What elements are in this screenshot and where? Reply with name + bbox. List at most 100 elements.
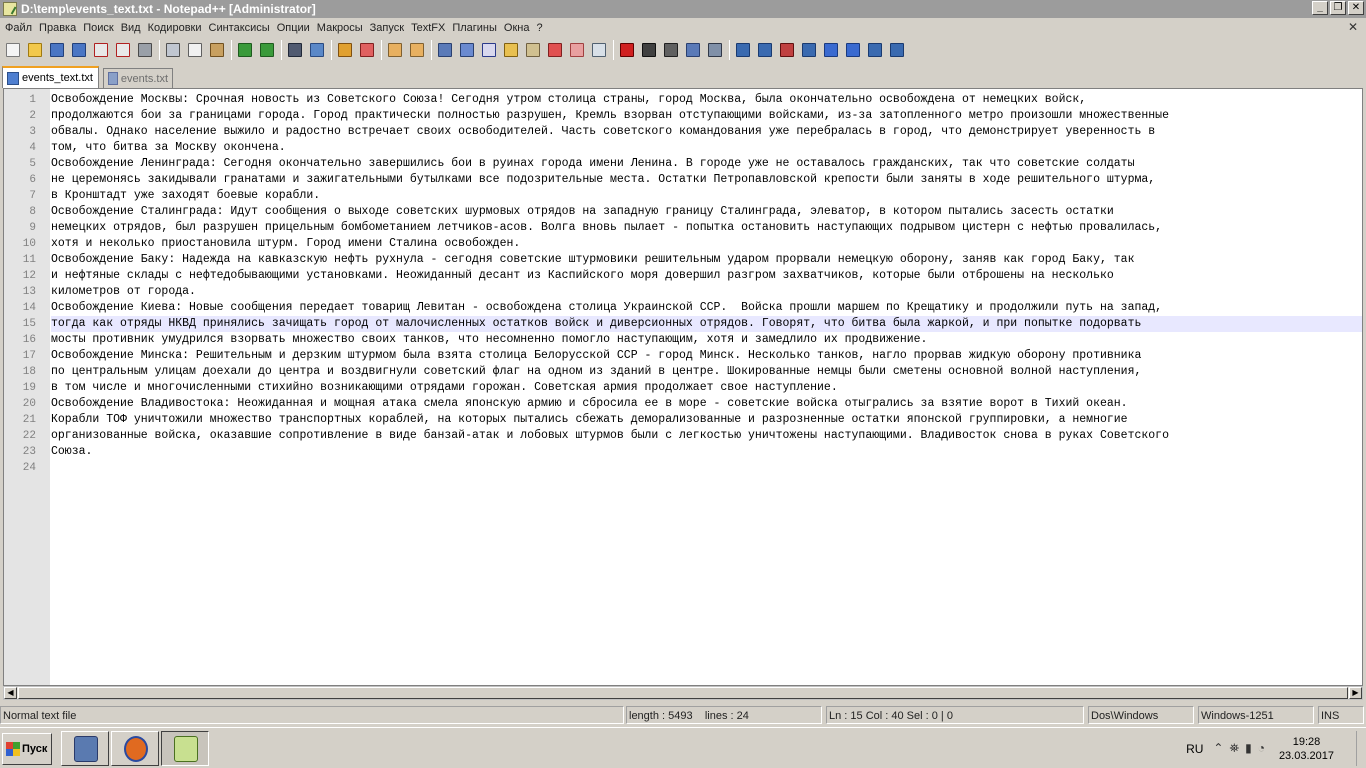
menu-run[interactable]: Запуск [367, 22, 407, 34]
editor-line[interactable]: 5 Освобождение Ленинграда: Сегодня оконча… [4, 156, 1362, 172]
plugin-4-button[interactable] [800, 41, 818, 59]
doc-map-button[interactable] [524, 41, 542, 59]
line-text[interactable]: продолжаются бои за границами города. Го… [51, 108, 1362, 124]
editor-line[interactable]: 16 мосты противник умудрился взорвать мно… [4, 332, 1362, 348]
menu-encoding[interactable]: Кодировки [145, 22, 205, 34]
line-text[interactable]: Освобождение Киева: Новые сообщения пере… [51, 300, 1362, 316]
scroll-left-icon[interactable]: ◀ [4, 687, 17, 699]
word-wrap-button[interactable] [436, 41, 454, 59]
editor-line[interactable]: 13 километров от города. [4, 284, 1362, 300]
print-button[interactable] [136, 41, 154, 59]
function-list-button[interactable] [546, 41, 564, 59]
indent-guide-button[interactable] [480, 41, 498, 59]
line-text[interactable]: том, что битва за Москву окончена. [51, 140, 1362, 156]
editor-line[interactable]: 18 по центральным улицам доехали до центр… [4, 364, 1362, 380]
close-document-icon[interactable]: ✕ [1348, 20, 1358, 34]
cut-button[interactable] [164, 41, 182, 59]
plugin-3-button[interactable] [778, 41, 796, 59]
editor-line[interactable]: 22 организованные войска, оказавшие сопро… [4, 428, 1362, 444]
line-text[interactable]: хотя и неколько приостановила штурм. Гор… [51, 236, 1362, 252]
scrollbar-thumb[interactable] [18, 687, 1348, 699]
horizontal-scrollbar[interactable]: ◀ ▶ [3, 686, 1363, 700]
line-text[interactable]: мосты противник умудрился взорвать множе… [51, 332, 1362, 348]
network-icon[interactable]: ▮ [1245, 741, 1252, 756]
taskbar-app-firefox[interactable] [111, 731, 159, 766]
copy-button[interactable] [186, 41, 204, 59]
line-text[interactable]: организованные войска, оказавшие сопроти… [51, 428, 1362, 444]
language-indicator[interactable]: RU [1186, 742, 1203, 756]
show-all-chars-button[interactable] [458, 41, 476, 59]
redo-button[interactable] [258, 41, 276, 59]
editor-line[interactable]: 24 [4, 460, 1362, 476]
paste-button[interactable] [208, 41, 226, 59]
save-macro-button[interactable] [706, 41, 724, 59]
arrow-down-button[interactable] [844, 41, 862, 59]
menu-plugins[interactable]: Плагины [449, 22, 500, 34]
editor-line[interactable]: 14 Освобождение Киева: Новые сообщения пе… [4, 300, 1362, 316]
editor-line[interactable]: 6 не церемонясь закидывали гранатами и за… [4, 172, 1362, 188]
editor-line[interactable]: 17 Освобождение Минска: Решительным и дер… [4, 348, 1362, 364]
editor-line[interactable]: 21 Корабли ТОФ уничтожили множество транс… [4, 412, 1362, 428]
save-button[interactable] [48, 41, 66, 59]
taskbar-app-explorer[interactable] [61, 731, 109, 766]
editor-line[interactable]: 19 в том числе и многочисленными стихийно… [4, 380, 1362, 396]
plugin-5-button[interactable] [866, 41, 884, 59]
clock[interactable]: 19:28 23.03.2017 [1279, 735, 1334, 763]
line-text[interactable]: Освобождение Владивостока: Неожиданная и… [51, 396, 1362, 412]
editor-line[interactable]: 15 тогда как отряды НКВД принялись зачища… [4, 316, 1362, 332]
menu-help[interactable]: ? [533, 22, 545, 34]
monitoring-button[interactable] [590, 41, 608, 59]
line-text[interactable]: и нефтяные склады с нефтедобывающими уст… [51, 268, 1362, 284]
editor-line[interactable]: 1 Освобождение Москвы: Срочная новость из… [4, 92, 1362, 108]
menu-search[interactable]: Поиск [80, 22, 116, 34]
menu-settings[interactable]: Опции [274, 22, 313, 34]
editor-line[interactable]: 3 обвалы. Однако население выжило и радос… [4, 124, 1362, 140]
editor-line[interactable]: 20 Освобождение Владивостока: Неожиданная… [4, 396, 1362, 412]
tab-events-text[interactable]: events_text.txt [2, 66, 99, 88]
menu-macro[interactable]: Макросы [314, 22, 366, 34]
line-text[interactable]: Освобождение Ленинграда: Сегодня окончат… [51, 156, 1362, 172]
run-macro-multiple-button[interactable] [684, 41, 702, 59]
line-text[interactable]: в том числе и многочисленными стихийно в… [51, 380, 1362, 396]
editor-line[interactable]: 12 и нефтяные склады с нефтедобывающими у… [4, 268, 1362, 284]
line-text[interactable]: Освобождение Баку: Надежда на кавказскую… [51, 252, 1362, 268]
line-text[interactable]: Корабли ТОФ уничтожили множество транспо… [51, 412, 1362, 428]
close-file-button[interactable] [92, 41, 110, 59]
editor-line[interactable]: 7 в Кронштадт уже заходят боевые корабли. [4, 188, 1362, 204]
line-text[interactable]: Освобождение Сталинграда: Идут сообщения… [51, 204, 1362, 220]
taskbar-app-notepadpp[interactable] [161, 731, 209, 766]
line-text[interactable]: километров от города. [51, 284, 1362, 300]
record-macro-button[interactable] [618, 41, 636, 59]
menu-textfx[interactable]: TextFX [408, 22, 448, 34]
menu-view[interactable]: Вид [118, 22, 144, 34]
playback-macro-button[interactable] [662, 41, 680, 59]
volume-icon[interactable]: ◔ [1258, 741, 1265, 756]
menu-file[interactable]: Файл [2, 22, 35, 34]
line-text[interactable]: в Кронштадт уже заходят боевые корабли. [51, 188, 1362, 204]
tab-events[interactable]: events.txt [103, 68, 173, 88]
arrow-up-button[interactable] [822, 41, 840, 59]
sync-horizontal-button[interactable] [408, 41, 426, 59]
editor-line[interactable]: 4 том, что битва за Москву окончена. [4, 140, 1362, 156]
stop-record-button[interactable] [640, 41, 658, 59]
maximize-button[interactable]: ❐ [1330, 1, 1346, 15]
udl-button[interactable] [502, 41, 520, 59]
line-text[interactable]: тогда как отряды НКВД принялись зачищать… [51, 316, 1362, 332]
open-file-button[interactable] [26, 41, 44, 59]
editor-line[interactable]: 11 Освобождение Баку: Надежда на кавказск… [4, 252, 1362, 268]
scroll-right-icon[interactable]: ▶ [1349, 687, 1362, 699]
save-all-button[interactable] [70, 41, 88, 59]
show-hidden-icons-icon[interactable]: ⌃ [1213, 741, 1223, 756]
new-file-button[interactable] [4, 41, 22, 59]
show-desktop-button[interactable] [1356, 731, 1366, 766]
zoom-out-button[interactable] [358, 41, 376, 59]
undo-button[interactable] [236, 41, 254, 59]
line-text[interactable]: не церемонясь закидывали гранатами и заж… [51, 172, 1362, 188]
folder-workspace-button[interactable] [568, 41, 586, 59]
replace-button[interactable] [308, 41, 326, 59]
plugin-6-button[interactable] [888, 41, 906, 59]
text-editor[interactable]: 1 Освобождение Москвы: Срочная новость из… [3, 88, 1363, 686]
menu-window[interactable]: Окна [501, 22, 533, 34]
sync-vertical-button[interactable] [386, 41, 404, 59]
line-text[interactable]: по центральным улицам доехали до центра … [51, 364, 1362, 380]
